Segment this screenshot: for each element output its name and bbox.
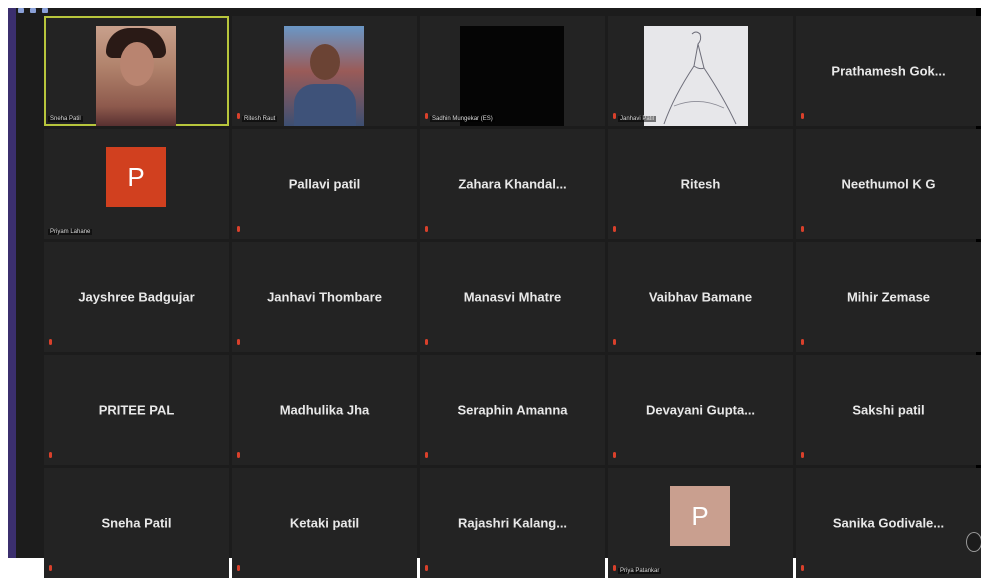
more-options-icon[interactable] bbox=[966, 532, 981, 552]
participant-tile[interactable]: Manasvi Mhatre bbox=[420, 242, 605, 352]
participant-name: Neethumol K G bbox=[841, 176, 936, 192]
participant-name: Pallavi patil bbox=[288, 176, 361, 192]
muted-mic-icon bbox=[612, 339, 618, 346]
participant-tile[interactable]: Janhavi Patil bbox=[608, 16, 793, 126]
participant-video bbox=[96, 26, 176, 126]
participant-tile[interactable]: Ritesh bbox=[608, 129, 793, 239]
participant-tile[interactable]: Pallavi patil bbox=[232, 129, 417, 239]
participant-name: Devayani Gupta... bbox=[645, 402, 756, 418]
participant-name: Sanika Godivale... bbox=[832, 515, 945, 531]
participant-label: Ritesh Raut bbox=[242, 116, 278, 122]
muted-mic-icon bbox=[800, 339, 806, 346]
participant-name: Janhavi Thombare bbox=[267, 289, 382, 305]
participant-tile[interactable]: Ketaki patil bbox=[232, 468, 417, 578]
muted-mic-icon bbox=[612, 226, 618, 233]
participant-name: Sakshi patil bbox=[852, 402, 925, 418]
participant-name: Seraphin Amanna bbox=[457, 402, 568, 418]
participant-name: PRITEE PAL bbox=[98, 402, 175, 418]
participant-name: Ketaki patil bbox=[289, 515, 360, 531]
participant-tile[interactable]: P Priyam Lahane bbox=[44, 129, 229, 239]
participant-tile[interactable]: Devayani Gupta... bbox=[608, 355, 793, 465]
muted-mic-icon bbox=[424, 226, 430, 233]
muted-mic-icon bbox=[236, 565, 242, 572]
participant-tile[interactable]: Neethumol K G bbox=[796, 129, 981, 239]
avatar: P bbox=[670, 486, 730, 546]
participant-tile[interactable]: Sneha Patil bbox=[44, 468, 229, 578]
participant-tile[interactable]: Seraphin Amanna bbox=[420, 355, 605, 465]
participant-tile[interactable]: Prathamesh Gok... bbox=[796, 16, 981, 126]
participant-name: Vaibhav Bamane bbox=[648, 289, 753, 305]
minimize-icon[interactable] bbox=[18, 8, 24, 13]
participant-label: Janhavi Patil bbox=[618, 116, 657, 122]
gallery-grid: Sneha Patil Ritesh Raut Sadhin Mungekar (E… bbox=[44, 16, 981, 578]
muted-mic-icon bbox=[236, 226, 242, 233]
muted-mic-icon bbox=[800, 113, 806, 120]
participant-tile[interactable]: Mihir Zemase bbox=[796, 242, 981, 352]
participant-tile[interactable]: Ritesh Raut bbox=[232, 16, 417, 126]
participant-tile[interactable]: Sadhin Mungekar (ES) bbox=[420, 16, 605, 126]
participant-tile[interactable]: PRITEE PAL bbox=[44, 355, 229, 465]
participant-name: Rajashri Kalang... bbox=[457, 515, 568, 531]
muted-mic-icon bbox=[800, 452, 806, 459]
participant-tile[interactable]: Sneha Patil bbox=[44, 16, 229, 126]
muted-mic-icon bbox=[612, 452, 618, 459]
participant-label: Sneha Patil bbox=[48, 116, 83, 122]
participant-name: Ritesh bbox=[680, 176, 721, 192]
close-icon[interactable] bbox=[42, 8, 48, 13]
participant-tile[interactable]: Janhavi Thombare bbox=[232, 242, 417, 352]
participant-tile[interactable]: Madhulika Jha bbox=[232, 355, 417, 465]
participant-tile[interactable]: P Priya Patankar bbox=[608, 468, 793, 578]
participant-tile[interactable]: Rajashri Kalang... bbox=[420, 468, 605, 578]
participant-label: Priyam Lahane bbox=[48, 229, 93, 235]
participant-tile[interactable]: Sakshi patil bbox=[796, 355, 981, 465]
participant-tile[interactable]: Jayshree Badgujar bbox=[44, 242, 229, 352]
maximize-icon[interactable] bbox=[30, 8, 36, 13]
muted-mic-icon bbox=[48, 565, 54, 572]
muted-mic-icon bbox=[236, 339, 242, 346]
muted-mic-icon bbox=[236, 452, 242, 459]
muted-mic-icon bbox=[424, 452, 430, 459]
participant-label: Sadhin Mungekar (ES) bbox=[430, 116, 495, 122]
participant-video bbox=[644, 26, 748, 126]
muted-mic-icon bbox=[424, 565, 430, 572]
participant-label: Priya Patankar bbox=[618, 568, 662, 574]
left-edge-bar bbox=[8, 8, 16, 558]
muted-mic-icon bbox=[48, 339, 54, 346]
participant-tile[interactable]: Vaibhav Bamane bbox=[608, 242, 793, 352]
participant-video bbox=[284, 26, 364, 126]
participant-video bbox=[460, 26, 564, 126]
avatar: P bbox=[106, 147, 166, 207]
participant-name: Zahara Khandal... bbox=[458, 176, 567, 192]
participant-name: Madhulika Jha bbox=[279, 402, 370, 418]
muted-mic-icon bbox=[48, 452, 54, 459]
participant-name: Jayshree Badgujar bbox=[78, 289, 195, 305]
participant-tile[interactable]: Zahara Khandal... bbox=[420, 129, 605, 239]
muted-mic-icon bbox=[800, 565, 806, 572]
window-controls[interactable] bbox=[18, 8, 48, 16]
participant-tile[interactable]: Sanika Godivale... bbox=[796, 468, 981, 578]
muted-mic-icon bbox=[424, 339, 430, 346]
muted-mic-icon bbox=[800, 226, 806, 233]
participant-name: Sneha Patil bbox=[101, 515, 172, 531]
participant-name: Prathamesh Gok... bbox=[831, 63, 946, 79]
participant-name: Manasvi Mhatre bbox=[463, 289, 562, 305]
participant-name: Mihir Zemase bbox=[846, 289, 931, 305]
